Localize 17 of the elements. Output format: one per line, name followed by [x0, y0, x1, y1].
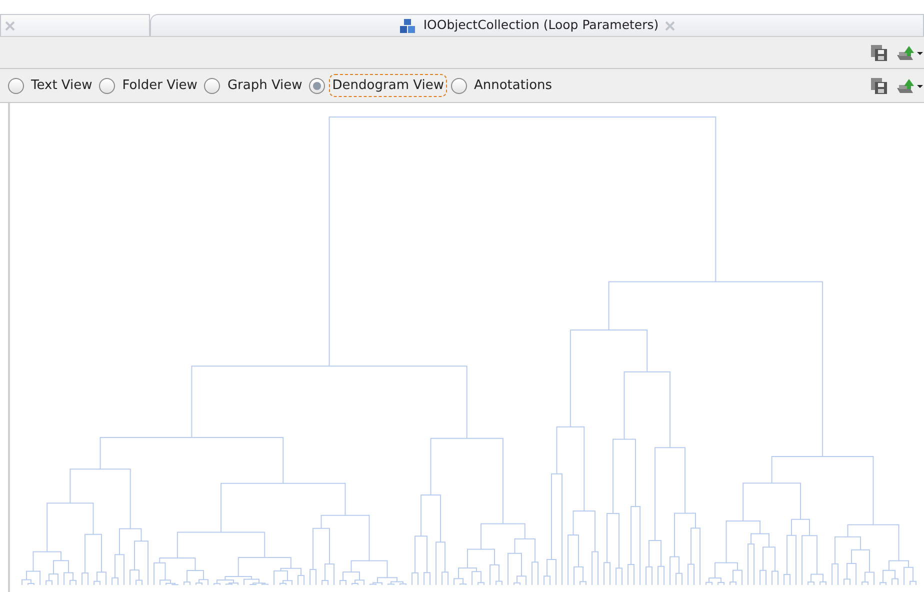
cubes-icon	[399, 18, 418, 34]
radio-label[interactable]: Dendogram View	[329, 74, 447, 98]
radio-button[interactable]	[204, 78, 220, 94]
radio-label[interactable]: Text View	[28, 74, 96, 98]
radio-label[interactable]: Annotations	[470, 74, 556, 98]
radio-button[interactable]	[309, 78, 326, 94]
tab-title: IOObjectCollection (Loop Parameters)	[423, 16, 659, 34]
radio-button[interactable]	[99, 78, 116, 94]
radio-button[interactable]	[8, 78, 24, 94]
radio-label[interactable]: Folder View	[119, 74, 200, 98]
export-icon[interactable]	[896, 76, 924, 94]
tab[interactable]: IOObjectCollection (Loop Parameters)	[150, 14, 924, 36]
radio-label[interactable]: Graph View	[224, 74, 306, 98]
save-icon[interactable]	[870, 76, 888, 94]
save-icon[interactable]	[870, 44, 888, 62]
radio-button[interactable]	[450, 78, 467, 94]
export-icon[interactable]	[896, 44, 924, 62]
